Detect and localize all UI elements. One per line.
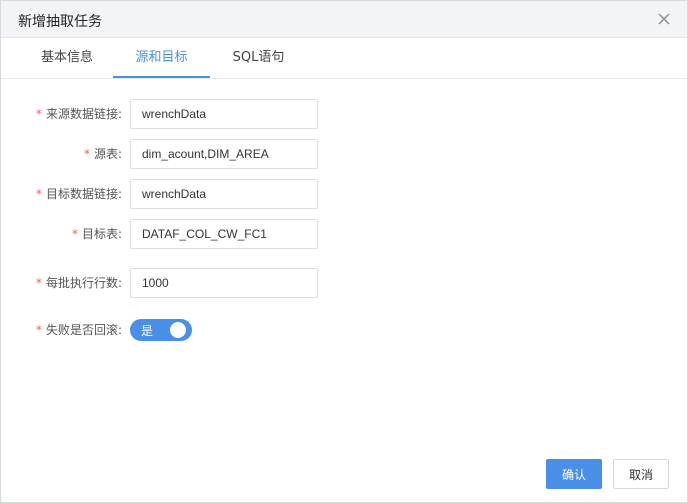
required-mark: * (35, 187, 42, 201)
row-target-conn: * 目标数据链接: (1, 179, 687, 209)
row-source-table: * 源表: (1, 139, 687, 169)
confirm-button[interactable]: 确认 (546, 459, 602, 489)
required-mark: * (35, 107, 42, 121)
batch-rows-input[interactable] (130, 268, 318, 298)
toggle-knob (170, 322, 186, 338)
row-rollback: * 失败是否回滚: 是 (1, 319, 687, 341)
rollback-toggle-text: 是 (141, 324, 154, 338)
row-source-conn: * 来源数据链接: (1, 99, 687, 129)
target-table-label-text: 目标表: (81, 227, 122, 241)
target-conn-input[interactable] (130, 179, 318, 209)
required-mark: * (35, 323, 42, 337)
tab-bar: 基本信息 源和目标 SQL语句 (1, 39, 687, 79)
target-conn-label: * 目标数据链接: (36, 179, 122, 209)
row-batch-rows: * 每批执行行数: (1, 268, 687, 298)
target-table-label: * 目标表: (72, 219, 122, 249)
dialog-title: 新增抽取任务 (18, 14, 102, 30)
required-mark: * (83, 147, 90, 161)
source-table-label: * 源表: (84, 139, 122, 169)
dialog: 新增抽取任务 基本信息 源和目标 SQL语句 *来源数据链接: *源表: *目标… (0, 0, 688, 503)
required-mark: * (71, 227, 78, 241)
source-conn-label: * 来源数据链接: (36, 99, 122, 129)
rollback-label: * 失败是否回滚: (36, 319, 122, 341)
close-icon[interactable] (655, 10, 673, 28)
source-table-label-text: 源表: (93, 147, 122, 161)
cancel-button[interactable]: 取消 (613, 459, 669, 489)
tab-sql[interactable]: SQL语句 (211, 39, 306, 79)
dialog-header: 新增抽取任务 (1, 1, 687, 38)
tab-source-target[interactable]: 源和目标 (113, 39, 210, 79)
source-conn-label-text: 来源数据链接: (45, 107, 122, 121)
target-conn-label-text: 目标数据链接: (45, 187, 122, 201)
active-tab-indicator (113, 76, 210, 78)
batch-rows-label: * 每批执行行数: (36, 268, 122, 298)
batch-rows-label-text: 每批执行行数: (45, 276, 122, 290)
target-table-input[interactable] (130, 219, 318, 249)
row-target-table: * 目标表: (1, 219, 687, 249)
source-table-input[interactable] (130, 139, 318, 169)
tab-basic-info[interactable]: 基本信息 (17, 39, 117, 79)
rollback-toggle[interactable]: 是 (130, 319, 192, 341)
source-conn-input[interactable] (130, 99, 318, 129)
required-mark: * (35, 276, 42, 290)
rollback-label-text: 失败是否回滚: (45, 323, 122, 337)
